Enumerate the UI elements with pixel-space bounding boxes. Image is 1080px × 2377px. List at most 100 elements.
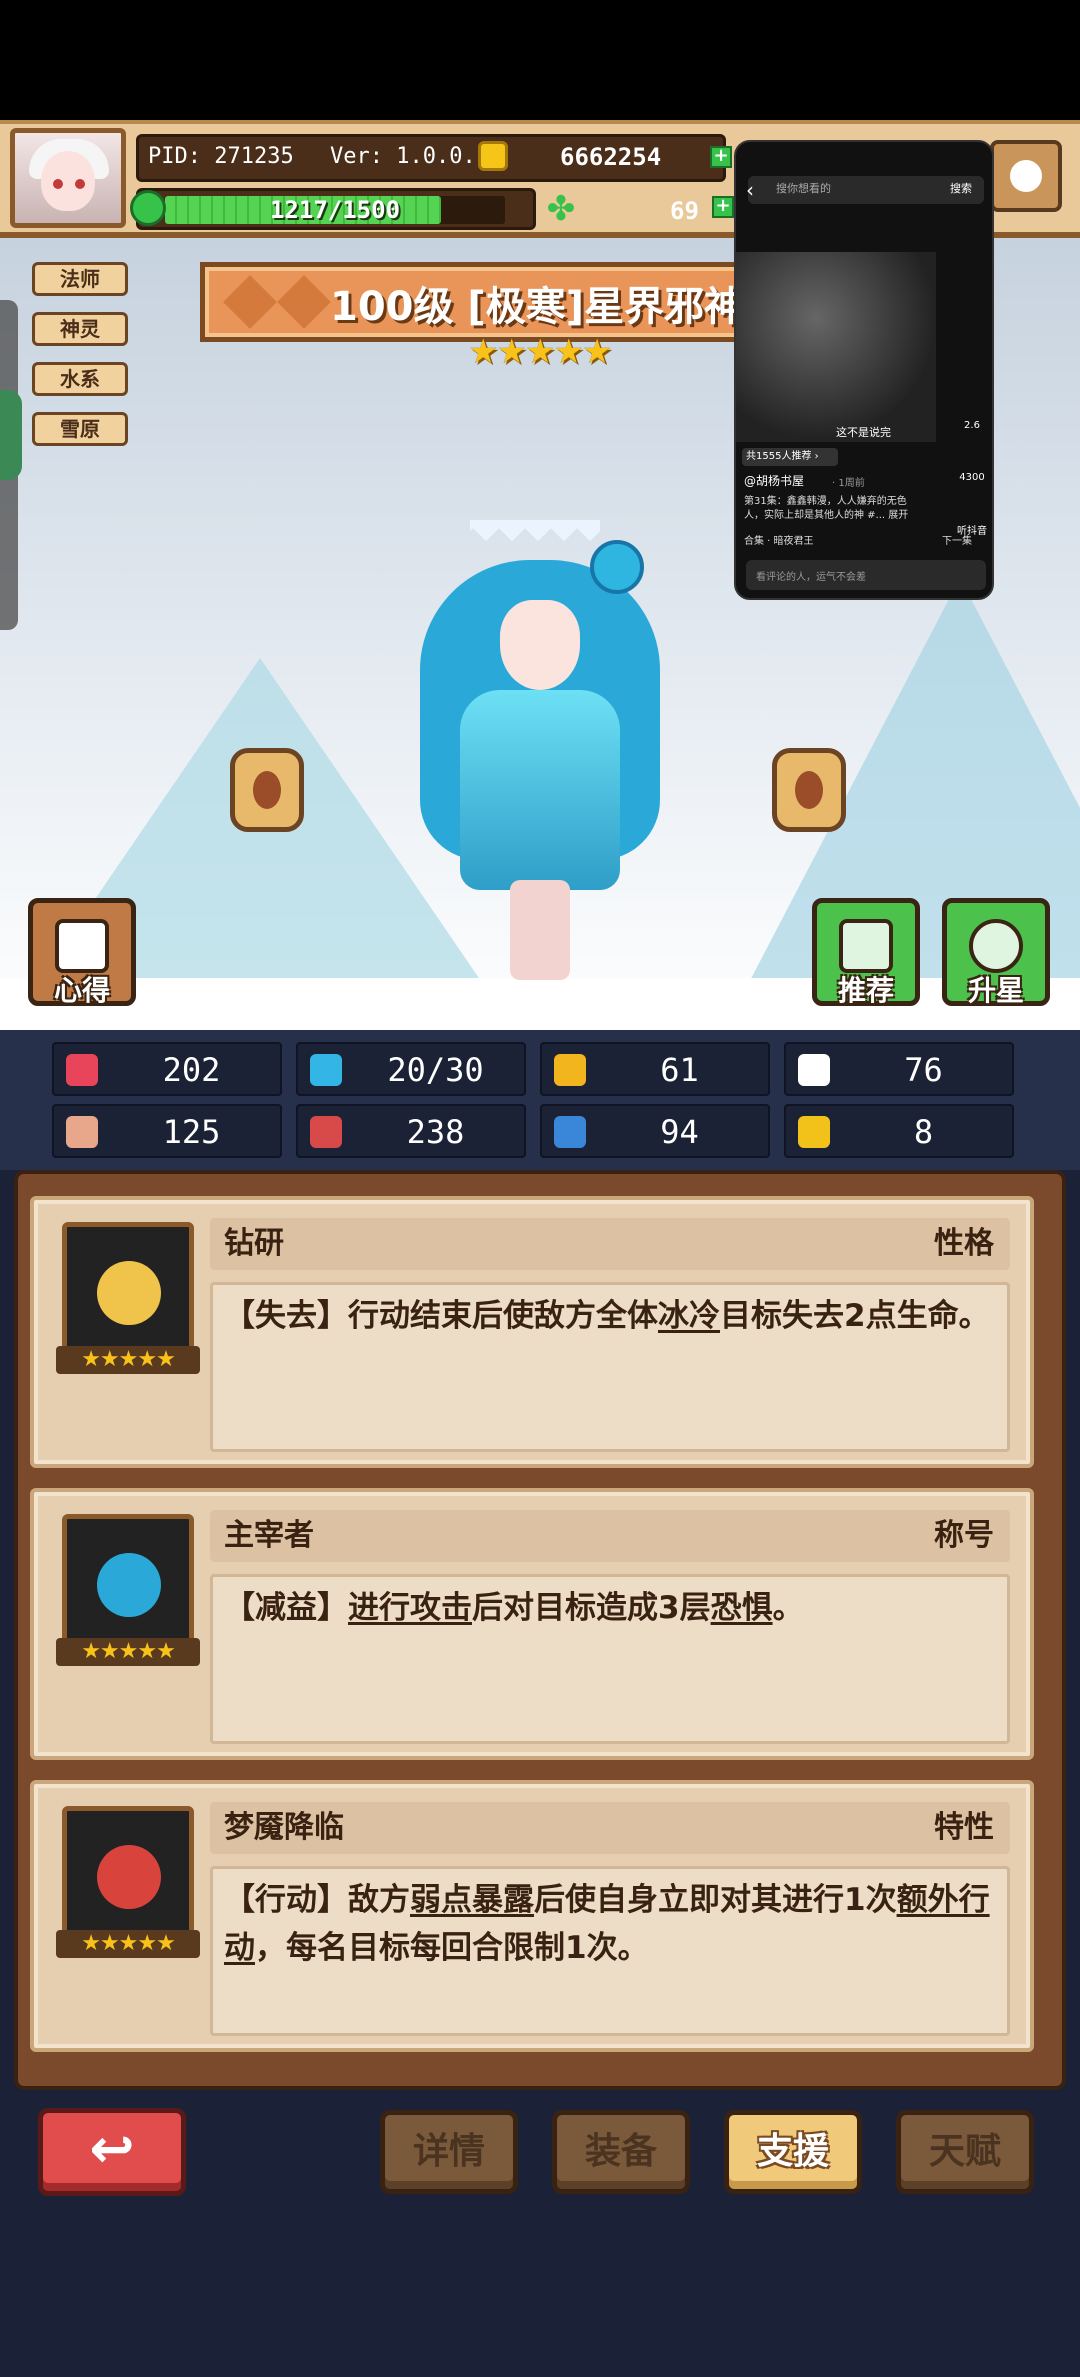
tag-class: 法师 (32, 262, 128, 296)
player-avatar[interactable] (10, 128, 126, 228)
recommend-badge[interactable]: 共1555人推荐 › (742, 448, 838, 466)
stat-spellbook[interactable]: 238 (296, 1104, 526, 1158)
card-header (210, 1218, 1010, 1270)
tag-region: 雪原 (32, 412, 128, 446)
energy-value: 1217/1500 (269, 196, 401, 224)
description-text: 【减益】 (224, 1590, 348, 1626)
description-text: 【行动】敌方 (224, 1882, 410, 1918)
card-type: 性格 (934, 1226, 994, 1261)
add-clover-button[interactable]: + (712, 196, 734, 218)
water-drop-icon (310, 1054, 342, 1086)
card-name: 主宰者 (224, 1518, 314, 1553)
description-text: 后对目标造成3层 (472, 1590, 711, 1626)
recommend-label: 推荐 (837, 974, 894, 1007)
star-icon (969, 919, 1023, 973)
stat-value: 125 (162, 1113, 221, 1151)
side-drawer-knob[interactable] (0, 390, 22, 480)
notes-button[interactable]: 心得 (28, 898, 136, 1007)
video-author[interactable]: @胡杨书屋 (744, 472, 804, 489)
spellbook-icon (310, 1116, 342, 1148)
add-coins-button[interactable]: + (710, 146, 732, 168)
recommend-button[interactable]: 推荐 (812, 898, 920, 1007)
share-count: 4300 (959, 472, 985, 483)
stat-wing[interactable]: 76 (784, 1042, 1014, 1096)
stat-value: 94 (660, 1113, 699, 1151)
video-description-line2[interactable]: 人，实际上却是其他人的神 #... 展开 (744, 506, 908, 521)
video-caption: 这不是说完 (836, 426, 891, 439)
card-description: 【行动】敌方弱点暴露后使自身立即对其进行1次额外行动，每名目标每回合限制1次。 (224, 1876, 994, 1972)
rotate-left-seed-icon[interactable] (230, 748, 304, 832)
back-button[interactable]: ↩ (38, 2108, 186, 2196)
stat-value: 8 (913, 1113, 934, 1151)
support-card[interactable]: ★★★★★ 梦魇降临 特性【行动】敌方弱点暴露后使自身立即对其进行1次额外行动，每名… (30, 1780, 1034, 2052)
video-description-line1: 第31集：鑫鑫韩漫，人人嫌弃的无色 (744, 496, 907, 507)
stat-water-drop[interactable]: 20/30 (296, 1042, 526, 1096)
tab-equipment[interactable]: 装备 (552, 2110, 690, 2194)
wing-icon (798, 1054, 830, 1086)
notes-label: 心得 (53, 974, 110, 1007)
back-arrow-icon[interactable]: ‹ (746, 176, 754, 204)
stat-value: 202 (162, 1051, 221, 1089)
stat-shield[interactable]: 61 (540, 1042, 770, 1096)
card-description: 【失去】行动结束后使敌方全体冰冷目标失去2点生命。 (224, 1292, 994, 1340)
card-description: 【减益】进行攻击后对目标造成3层恐惧。 (224, 1584, 994, 1632)
tab-details[interactable]: 详情 (380, 2110, 518, 2194)
video-thumbnail[interactable] (736, 252, 936, 442)
support-star-rating: ★★★★★ (56, 1638, 200, 1666)
support-portrait[interactable] (62, 1514, 194, 1646)
video-post-time: · 1周前 (832, 478, 865, 489)
stat-value: 76 (904, 1051, 943, 1089)
star-up-button[interactable]: 升星 (942, 898, 1050, 1007)
stat-horseshoe[interactable]: 8 (784, 1104, 1014, 1158)
tag-element: 水系 (32, 362, 128, 396)
description-text: 。 (772, 1590, 804, 1626)
card-type: 特性 (934, 1810, 994, 1845)
favorite-count: 2.6 (964, 420, 980, 431)
coin-icon (478, 141, 508, 171)
settings-gear-icon[interactable] (990, 140, 1062, 212)
support-card[interactable]: ★★★★★ 钻研 性格 【失去】行动结束后使敌方全体冰冷目标失去2点生命。 (30, 1196, 1034, 1468)
keyword-link[interactable]: 冰冷 (658, 1298, 720, 1334)
tag-race: 神灵 (32, 312, 128, 346)
thumbs-up-icon (839, 919, 893, 973)
video-search-placeholder: 搜你想看的 (776, 182, 831, 195)
stat-heart[interactable]: 202 (52, 1042, 282, 1096)
character-title: 100级 [极寒]星界邪神 (330, 284, 744, 330)
card-type: 称号 (934, 1518, 994, 1553)
energy-icon (130, 190, 166, 226)
keyword-link[interactable]: 恐惧 (711, 1590, 773, 1626)
comment-placeholder: 看评论的人，运气不会差 (756, 572, 866, 583)
stat-fist[interactable]: 125 (52, 1104, 282, 1158)
next-episode-button[interactable]: 下一集 (942, 532, 972, 547)
description-text: ，每名目标每回合限制1次。 (255, 1930, 649, 1966)
description-text: 【失去】行动结束后使敌方全体 (224, 1298, 658, 1334)
support-card[interactable]: ★★★★★ 主宰者 称号【减益】进行攻击后对目标造成3层恐惧。 (30, 1488, 1034, 1760)
rotate-right-seed-icon[interactable] (772, 748, 846, 832)
scroll-icon (554, 1116, 586, 1148)
support-portrait[interactable] (62, 1806, 194, 1938)
coin-count: 6662254 (560, 143, 662, 171)
video-search-button[interactable]: 搜索 (950, 180, 972, 196)
stat-value: 20/30 (387, 1051, 484, 1089)
keyword-link[interactable]: 进行攻击 (348, 1590, 472, 1626)
notes-icon (55, 919, 109, 973)
card-name: 钻研 (224, 1226, 284, 1261)
character-sprite[interactable] (380, 520, 700, 1000)
character-star-rating: ★★★★★ (468, 332, 612, 372)
shield-icon (554, 1054, 586, 1086)
game-version: Ver: 1.0.0.10 (330, 144, 503, 169)
tab-support[interactable]: 支援 (724, 2110, 862, 2194)
stat-scroll[interactable]: 94 (540, 1104, 770, 1158)
player-id: PID: 271235 (148, 144, 294, 169)
floating-video-window[interactable]: ‹ 搜你想看的 搜索 这不是说完 2.6 4300 听抖音 共1555人推荐 ›… (734, 140, 994, 600)
support-portrait[interactable] (62, 1222, 194, 1354)
support-star-rating: ★★★★★ (56, 1930, 200, 1958)
star-up-label: 升星 (967, 974, 1024, 1007)
tab-talent[interactable]: 天赋 (896, 2110, 1034, 2194)
video-collection-link[interactable]: 合集 · 暗夜君王 (744, 532, 814, 547)
fist-icon (66, 1116, 98, 1148)
stat-value: 61 (660, 1051, 699, 1089)
keyword-link[interactable]: 弱点暴露 (410, 1882, 534, 1918)
status-bar (0, 0, 1080, 120)
card-name: 梦魇降临 (224, 1810, 344, 1845)
